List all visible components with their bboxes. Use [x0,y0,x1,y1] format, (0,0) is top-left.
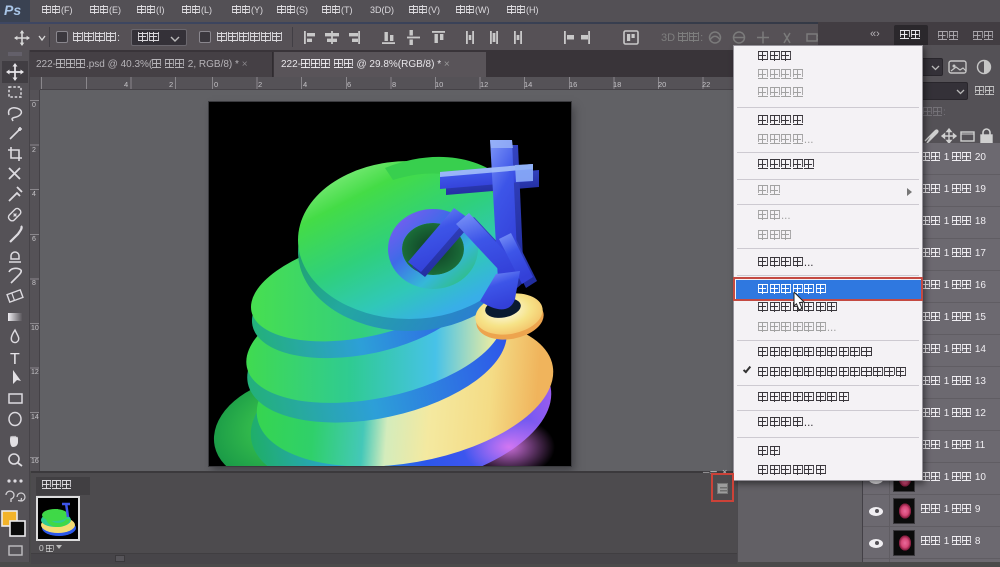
svg-text:T: T [10,351,20,368]
